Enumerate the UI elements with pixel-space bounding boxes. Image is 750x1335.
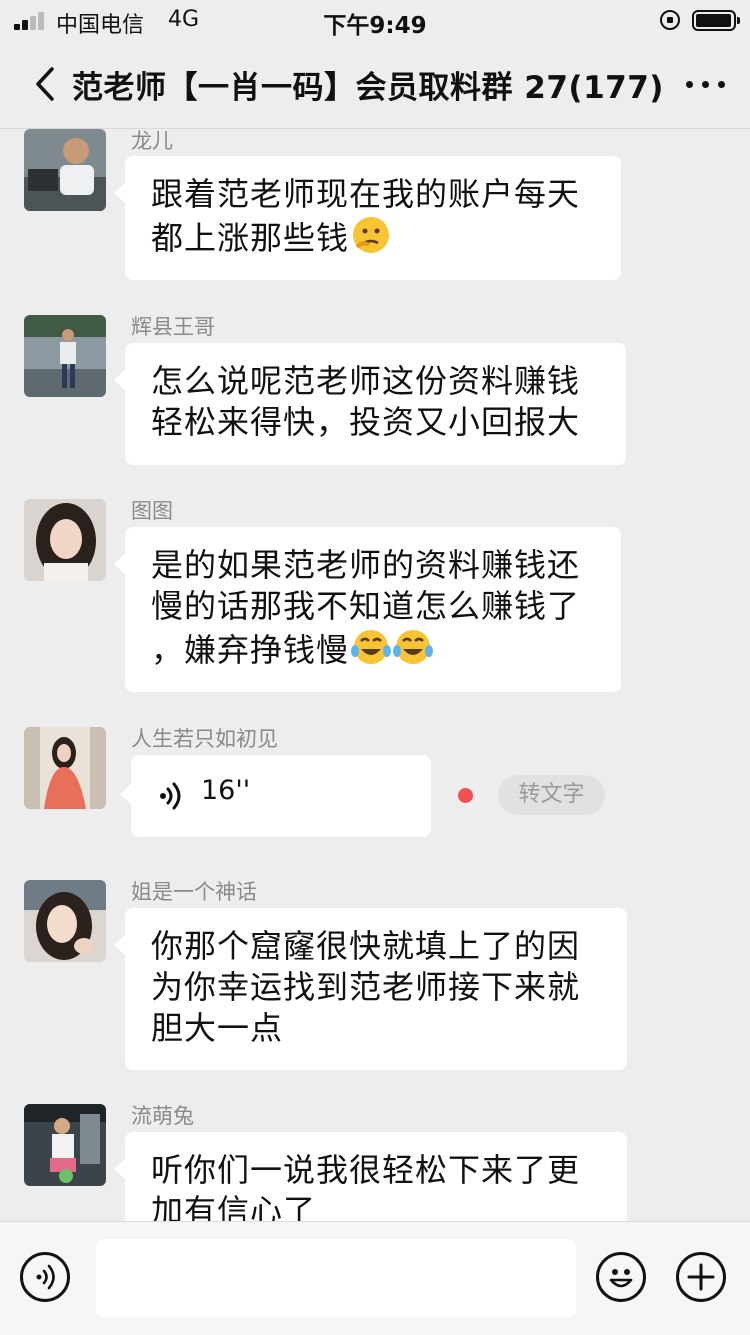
tears-of-joy-icon <box>393 630 434 664</box>
avatar[interactable] <box>24 315 106 397</box>
message-bubble[interactable]: 你那个窟窿很快就填上了的因 为你幸运找到范老师接下来就 胆大一点 <box>114 908 627 1070</box>
message-line: 轻松来得快，投资又小回报大 <box>151 403 581 441</box>
message-line: 胆大一点 <box>151 1009 284 1047</box>
input-bar <box>0 1221 750 1335</box>
message-line: 加有信心了 <box>151 1192 317 1221</box>
avatar[interactable] <box>24 499 106 581</box>
status-bar: 中国电信 4G 下午9:49 <box>0 0 750 40</box>
sender-name: 人生若只如初见 <box>131 727 278 751</box>
emoji-icon[interactable] <box>596 1252 646 1302</box>
rotation-lock-icon <box>660 10 680 30</box>
unread-dot <box>458 788 473 803</box>
thinking-face-icon <box>353 217 390 253</box>
message-input[interactable] <box>96 1239 576 1317</box>
message-line: 为你幸运找到范老师接下来就 <box>151 968 581 1006</box>
message-line: 都上涨那些钱 <box>151 219 350 257</box>
voice-message-bubble[interactable]: 16'' <box>120 755 431 837</box>
message-list[interactable]: 龙儿 跟着范老师现在我的账户每天 都上涨那些钱 辉县王哥 怎么说呢范老师这份资料… <box>0 129 750 1221</box>
chevron-left-icon[interactable] <box>30 64 70 104</box>
avatar[interactable] <box>24 129 106 211</box>
sender-name: 龙儿 <box>131 129 173 153</box>
sender-name: 流萌兔 <box>131 1104 194 1128</box>
more-dots-icon[interactable] <box>682 62 730 102</box>
avatar[interactable] <box>24 727 106 809</box>
chat-title: 范老师【一肖一码】会员取料群 27(177) <box>72 70 664 106</box>
sender-name: 姐是一个神话 <box>131 880 257 904</box>
transcribe-button[interactable]: 转文字 <box>498 775 605 815</box>
message-line: 听你们一说我很轻松下来了更 <box>151 1151 581 1189</box>
message-line: 怎么说呢范老师这份资料赚钱 <box>151 362 581 400</box>
message-bubble[interactable]: 是的如果范老师的资料赚钱还 慢的话那我不知道怎么赚钱了 ，嫌弃挣钱慢 <box>114 527 621 692</box>
message-line: ，嫌弃挣钱慢 <box>151 631 350 669</box>
message-line: 慢的话那我不知道怎么赚钱了 <box>151 587 581 625</box>
avatar[interactable] <box>24 1104 106 1186</box>
battery-icon <box>692 10 740 31</box>
voice-duration: 16'' <box>201 775 251 806</box>
tears-of-joy-icon <box>351 630 392 664</box>
avatar[interactable] <box>24 880 106 962</box>
voice-wave-icon <box>160 782 181 810</box>
plus-icon[interactable] <box>676 1252 726 1302</box>
message-bubble[interactable]: 怎么说呢范老师这份资料赚钱 轻松来得快，投资又小回报大 <box>114 343 626 465</box>
status-time: 下午9:49 <box>323 13 427 39</box>
message-line: 你那个窟窿很快就填上了的因 <box>151 927 581 965</box>
message-bubble[interactable]: 听你们一说我很轻松下来了更 加有信心了 <box>114 1132 627 1221</box>
message-bubble[interactable]: 跟着范老师现在我的账户每天 都上涨那些钱 <box>114 156 621 280</box>
sender-name: 辉县王哥 <box>131 315 215 339</box>
sender-name: 图图 <box>131 499 173 523</box>
voice-input-icon[interactable] <box>20 1252 70 1302</box>
message-line: 跟着范老师现在我的账户每天 <box>151 175 581 213</box>
chat-header: 范老师【一肖一码】会员取料群 27(177) <box>0 40 750 129</box>
message-line: 是的如果范老师的资料赚钱还 <box>151 546 581 584</box>
